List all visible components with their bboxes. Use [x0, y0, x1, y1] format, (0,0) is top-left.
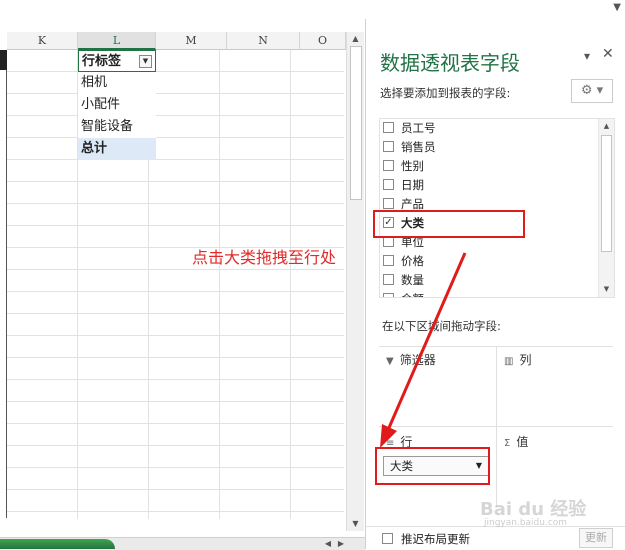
watermark-url: jingyan.baidu.com: [484, 518, 568, 528]
drag-arrow: [380, 252, 467, 448]
